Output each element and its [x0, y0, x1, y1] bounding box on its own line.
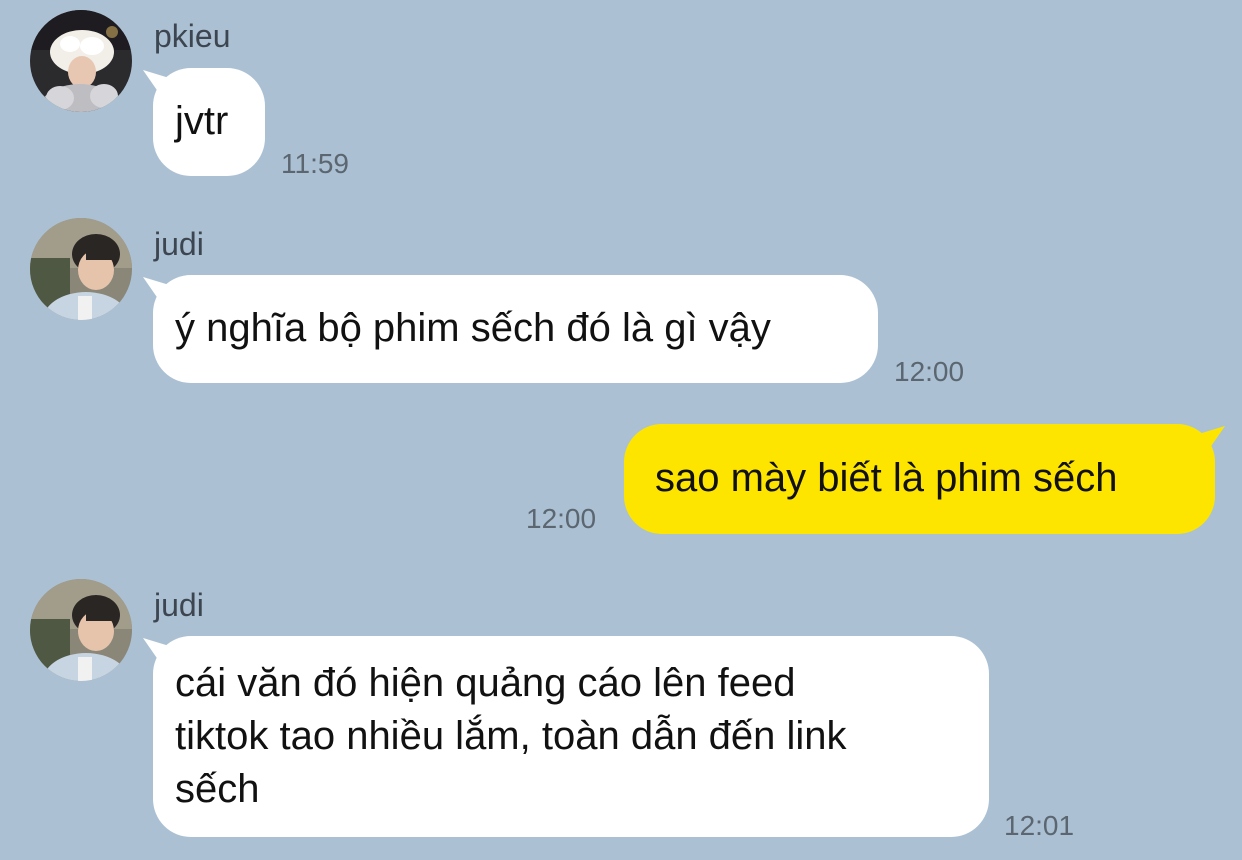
message-timestamp: 11:59	[281, 148, 349, 179]
avatar-judi[interactable]	[30, 579, 132, 681]
message-bubble-incoming[interactable]: jvtr	[153, 68, 265, 176]
message-timestamp: 12:00	[894, 356, 965, 387]
message-bubble-incoming[interactable]: ý nghĩa bộ phim sếch đó là gì vậy	[153, 275, 878, 383]
message-timestamp: 12:00	[526, 503, 597, 534]
avatar-pkieu[interactable]	[30, 10, 132, 112]
message-text-line: sếch	[175, 767, 260, 811]
message-timestamp: 12:01	[1004, 810, 1075, 841]
sender-name: pkieu	[154, 18, 231, 54]
profile-photo-judi	[30, 218, 132, 320]
message-text: ý nghĩa bộ phim sếch đó là gì vậy	[175, 306, 771, 350]
message-text-line: tiktok tao nhiều lắm, toàn dẫn đến link	[175, 714, 847, 758]
profile-photo-judi	[30, 579, 132, 681]
message-text: sao mày biết là phim sếch	[655, 456, 1118, 500]
sender-name: judi	[154, 226, 204, 262]
message-text-line: cái văn đó hiện quảng cáo lên feed	[175, 661, 796, 705]
avatar-judi[interactable]	[30, 218, 132, 320]
profile-photo-pkieu	[30, 10, 132, 112]
message-text: jvtr	[175, 99, 229, 143]
sender-name: judi	[154, 587, 204, 623]
message-bubble-outgoing[interactable]: sao mày biết là phim sếch	[624, 424, 1215, 534]
message-bubble-incoming[interactable]: cái văn đó hiện quảng cáo lên feed tikto…	[153, 636, 989, 837]
